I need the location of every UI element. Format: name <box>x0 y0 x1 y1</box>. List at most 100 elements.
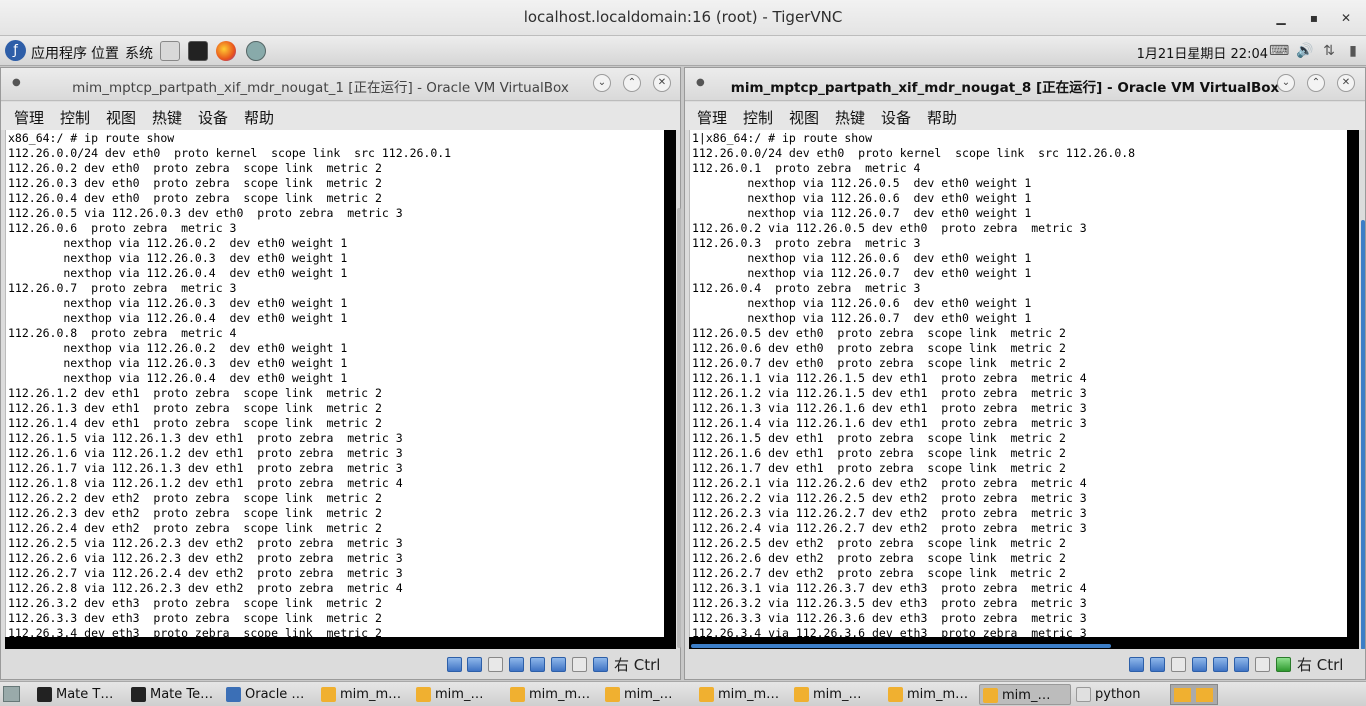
task-vm-8[interactable]: mim_… <box>979 684 1071 705</box>
keyboard-icon[interactable]: ⌨ <box>1269 42 1289 60</box>
display-icon[interactable] <box>572 657 587 672</box>
usb-icon[interactable] <box>530 657 545 672</box>
vbox-menubar-left: 管理 控制 视图 热键 设备 帮助 <box>1 102 680 130</box>
vm-icon <box>888 687 903 702</box>
vbox-minimize-button[interactable]: ⌄ <box>1277 74 1295 92</box>
task-python[interactable]: python <box>1073 684 1165 705</box>
vbox-title-right: mim_mptcp_partpath_xif_mdr_nougat_8 [正在运… <box>730 80 1280 96</box>
harddisk-icon[interactable] <box>447 657 462 672</box>
task-vm-6[interactable]: mim_… <box>791 684 883 705</box>
task-vm-2[interactable]: mim_… <box>413 684 505 705</box>
task-oracle-vm[interactable]: Oracle … <box>223 684 315 705</box>
vbox-maximize-button[interactable]: ⌃ <box>623 74 641 92</box>
close-button[interactable]: ✕ <box>1337 9 1355 27</box>
task-mate-terminal-2[interactable]: Mate Te… <box>128 684 220 705</box>
capture-icon[interactable] <box>1276 657 1291 672</box>
vbox-titlebar-right[interactable]: ● mim_mptcp_partpath_xif_mdr_nougat_8 [正… <box>685 68 1365 101</box>
top-panel: ƒ 应用程序 位置 系统 1月21日星期日 22:04 ⌨ 🔊 ⇅ ▮ <box>0 36 1366 66</box>
capture-icon[interactable] <box>593 657 608 672</box>
optical-drive-icon[interactable] <box>1150 657 1165 672</box>
host-key-label: 右 Ctrl <box>614 656 661 674</box>
vbox-title-left: mim_mptcp_partpath_xif_mdr_nougat_1 [正在运… <box>72 80 569 96</box>
task-vm-4[interactable]: mim_… <box>602 684 694 705</box>
power-icon[interactable]: ▮ <box>1344 42 1362 60</box>
system-menu[interactable]: 系统 <box>125 43 153 63</box>
vbox-close-button[interactable]: ✕ <box>653 74 671 92</box>
window-icon <box>1076 687 1091 702</box>
volume-icon[interactable]: 🔊 <box>1296 42 1314 60</box>
menu-hotkey[interactable]: 热键 <box>835 107 865 128</box>
optical-drive-icon[interactable] <box>467 657 482 672</box>
menu-machine[interactable]: 管理 <box>14 107 44 128</box>
menu-help[interactable]: 帮助 <box>927 107 957 128</box>
maximize-button[interactable]: ▪ <box>1305 9 1323 27</box>
menu-devices[interactable]: 设备 <box>198 107 228 128</box>
workspace-2-vm-icon <box>1196 688 1213 702</box>
bottom-taskbar: Mate T… Mate Te… Oracle … mim_m… mim_… m… <box>0 681 1366 706</box>
harddisk-icon[interactable] <box>1129 657 1144 672</box>
vm-icon <box>605 687 620 702</box>
vm-icon <box>699 687 714 702</box>
vm-icon <box>794 687 809 702</box>
foot-logo-icon[interactable]: ƒ <box>5 40 26 61</box>
network-adapter-icon[interactable] <box>1192 657 1207 672</box>
menu-help[interactable]: 帮助 <box>244 107 274 128</box>
workspace-1-vm-icon <box>1174 688 1191 702</box>
vbox-minimize-button[interactable]: ⌄ <box>593 74 611 92</box>
vertical-scrollbar-left[interactable] <box>677 208 681 648</box>
terminal-output-right: 1|x86_64:/ # ip route show 112.26.0.0/24… <box>692 131 1136 637</box>
guest-border-right <box>664 130 676 650</box>
vbox-close-button[interactable]: ✕ <box>1337 74 1355 92</box>
screenshot-icon[interactable] <box>246 41 266 61</box>
places-menu[interactable]: 位置 <box>91 43 119 63</box>
text-editor-icon[interactable] <box>160 41 180 61</box>
terminal-right[interactable]: 1|x86_64:/ # ip route show 112.26.0.0/24… <box>689 130 1347 637</box>
menu-view[interactable]: 视图 <box>106 107 136 128</box>
host-key-label: 右 Ctrl <box>1297 656 1344 674</box>
terminal-icon[interactable] <box>188 41 208 61</box>
task-vm-3[interactable]: mim_m… <box>507 684 599 705</box>
guest-border-right <box>1347 130 1359 650</box>
network-icon[interactable]: ⇅ <box>1320 42 1338 60</box>
vbox-window-left[interactable]: ● mim_mptcp_partpath_xif_mdr_nougat_1 [正… <box>0 67 681 680</box>
menu-devices[interactable]: 设备 <box>881 107 911 128</box>
menu-control[interactable]: 控制 <box>60 107 90 128</box>
menu-view[interactable]: 视图 <box>789 107 819 128</box>
usb-icon[interactable] <box>1213 657 1228 672</box>
vbox-window-right[interactable]: ● mim_mptcp_partpath_xif_mdr_nougat_8 [正… <box>684 67 1366 680</box>
shared-folders-icon[interactable] <box>1234 657 1249 672</box>
guest-border-bottom <box>5 637 676 649</box>
vbox-maximize-button[interactable]: ⌃ <box>1307 74 1325 92</box>
vertical-scrollbar-right[interactable] <box>1361 220 1365 650</box>
clock[interactable]: 1月21日星期日 22:04 <box>1137 43 1268 62</box>
vbox-menubar-right: 管理 控制 视图 热键 设备 帮助 <box>685 102 1365 130</box>
workspace-switcher[interactable] <box>1170 684 1218 705</box>
window-menu-icon[interactable]: ● <box>696 77 705 88</box>
menu-control[interactable]: 控制 <box>743 107 773 128</box>
audio-icon[interactable] <box>488 657 503 672</box>
task-mate-terminal-1[interactable]: Mate T… <box>34 684 126 705</box>
minimize-button[interactable]: ▁ <box>1272 9 1290 27</box>
firefox-icon[interactable] <box>216 41 236 61</box>
terminal-icon <box>131 687 146 702</box>
applications-menu[interactable]: 应用程序 <box>31 43 87 63</box>
task-vm-1[interactable]: mim_m… <box>318 684 410 705</box>
vm-icon <box>983 688 998 703</box>
shared-folders-icon[interactable] <box>551 657 566 672</box>
terminal-icon <box>37 687 52 702</box>
task-vm-5[interactable]: mim_m… <box>696 684 788 705</box>
network-adapter-icon[interactable] <box>509 657 524 672</box>
show-desktop-icon[interactable] <box>3 686 20 702</box>
terminal-left[interactable]: x86_64:/ # ip route show 112.26.0.0/24 d… <box>5 130 664 637</box>
vbox-titlebar-left[interactable]: ● mim_mptcp_partpath_xif_mdr_nougat_1 [正… <box>1 68 680 101</box>
display-icon[interactable] <box>1255 657 1270 672</box>
vm-icon <box>416 687 431 702</box>
horizontal-scrollbar-right[interactable] <box>691 644 1111 648</box>
task-vm-7[interactable]: mim_m… <box>885 684 977 705</box>
menu-hotkey[interactable]: 热键 <box>152 107 182 128</box>
window-menu-icon[interactable]: ● <box>12 77 21 88</box>
vnc-window-title: localhost.localdomain:16 (root) - TigerV… <box>523 8 843 26</box>
audio-icon[interactable] <box>1171 657 1186 672</box>
menu-machine[interactable]: 管理 <box>697 107 727 128</box>
terminal-output-left: x86_64:/ # ip route show 112.26.0.0/24 d… <box>8 131 452 637</box>
